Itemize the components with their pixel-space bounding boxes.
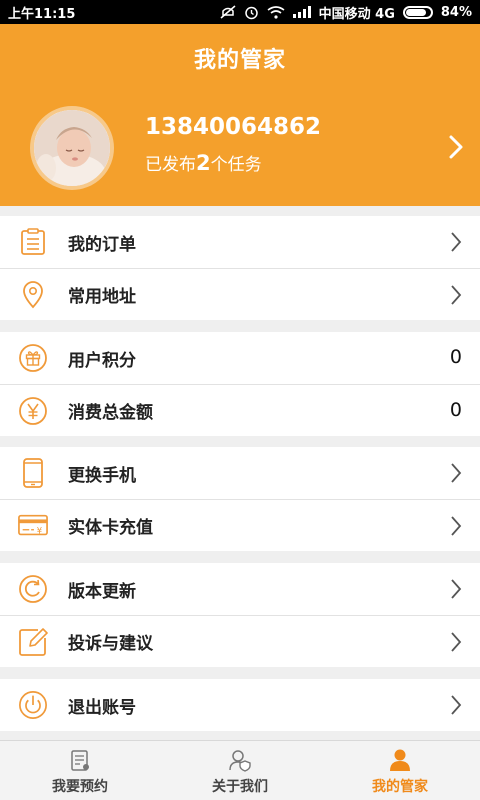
- avatar[interactable]: [30, 106, 114, 190]
- edit-icon: [18, 627, 48, 657]
- chevron-right-icon: [450, 231, 462, 257]
- refresh-icon: [18, 574, 48, 604]
- menu-item-logout[interactable]: 退出账号: [0, 679, 480, 731]
- tab-about[interactable]: 关于我们: [160, 741, 320, 800]
- task-suffix: 个任务: [210, 155, 262, 175]
- chevron-right-icon: [450, 515, 462, 541]
- chevron-right-icon: [450, 462, 462, 488]
- gift-icon: [18, 343, 48, 373]
- location-pin-icon: [18, 280, 48, 310]
- mute-icon: [220, 5, 236, 19]
- chevron-right-icon: [450, 284, 462, 310]
- menu-label-card-recharge: 实体卡充值: [68, 518, 153, 538]
- signal-icon: [292, 6, 311, 18]
- status-time: 上午11:15: [8, 6, 76, 22]
- wifi-icon: [267, 5, 285, 19]
- menu-item-spending[interactable]: 消费总金额 0: [0, 384, 480, 436]
- menu-label-change-phone: 更换手机: [68, 465, 136, 486]
- menu-item-change-phone[interactable]: 更换手机: [0, 447, 480, 499]
- menu-item-update[interactable]: 版本更新: [0, 563, 480, 615]
- order-list-icon: [18, 227, 48, 257]
- menu-item-address[interactable]: 常用地址: [0, 268, 480, 320]
- svg-text:¥: ¥: [37, 525, 43, 535]
- menu-item-card-recharge[interactable]: ¥ 实体卡充值: [0, 499, 480, 551]
- spending-value: 0: [449, 399, 462, 421]
- tab-label-booking: 我要预约: [52, 779, 108, 795]
- battery-percent: 84%: [440, 4, 472, 20]
- menu-group-phone-card: 更换手机 ¥ 实体卡充值: [0, 447, 480, 551]
- profile-chevron-icon[interactable]: [448, 134, 464, 164]
- mobile-phone-icon: [18, 458, 48, 488]
- carrier-label: 中国移动 4G: [318, 6, 395, 22]
- tab-label-about: 关于我们: [212, 779, 268, 795]
- menu-label-feedback: 投诉与建议: [68, 634, 153, 654]
- page-title: 我的管家: [193, 48, 286, 73]
- user-phone: 13840064862: [145, 114, 322, 140]
- chevron-right-icon: [450, 578, 462, 604]
- menu-item-feedback[interactable]: 投诉与建议: [0, 615, 480, 667]
- menu-item-orders[interactable]: 我的订单: [0, 216, 480, 268]
- menu-label-logout: 退出账号: [68, 697, 136, 718]
- task-summary: 已发布2个任务: [145, 150, 262, 175]
- menu-group-app: 版本更新 投诉与建议: [0, 563, 480, 667]
- menu-group-account: 用户积分 0 消费总金额 0: [0, 332, 480, 436]
- battery-icon: [402, 5, 433, 19]
- menu-label-points: 用户积分: [68, 350, 136, 371]
- menu-label-address: 常用地址: [68, 287, 136, 307]
- power-icon: [18, 690, 48, 720]
- chevron-right-icon: [450, 694, 462, 720]
- menu-item-points[interactable]: 用户积分 0: [0, 332, 480, 384]
- tab-butler[interactable]: 我的管家: [320, 741, 480, 800]
- clipboard-icon: [70, 746, 90, 774]
- chevron-right-icon: [450, 631, 462, 657]
- person-icon: [388, 746, 412, 774]
- task-count: 2: [196, 151, 211, 175]
- yuan-icon: [18, 396, 48, 426]
- menu-label-spending: 消费总金额: [68, 403, 153, 423]
- menu-group-orders: 我的订单 常用地址: [0, 216, 480, 320]
- task-prefix: 已发布: [145, 155, 196, 175]
- about-user-icon: [228, 746, 252, 774]
- menu-label-orders: 我的订单: [68, 234, 136, 255]
- tab-label-butler: 我的管家: [372, 779, 428, 795]
- profile-header: 我的管家 13840064862 已发布2个任务: [0, 24, 480, 206]
- card-icon: ¥: [18, 511, 48, 541]
- status-bar: 上午11:15 中国移动 4G 84%: [0, 0, 480, 24]
- alarm-icon: [244, 5, 259, 20]
- points-value: 0: [449, 346, 462, 368]
- bottom-tab-bar: 我要预约 关于我们 我的管家: [0, 740, 480, 800]
- menu-label-update: 版本更新: [68, 581, 136, 602]
- menu-group-logout: 退出账号: [0, 679, 480, 731]
- tab-booking[interactable]: 我要预约: [0, 741, 160, 800]
